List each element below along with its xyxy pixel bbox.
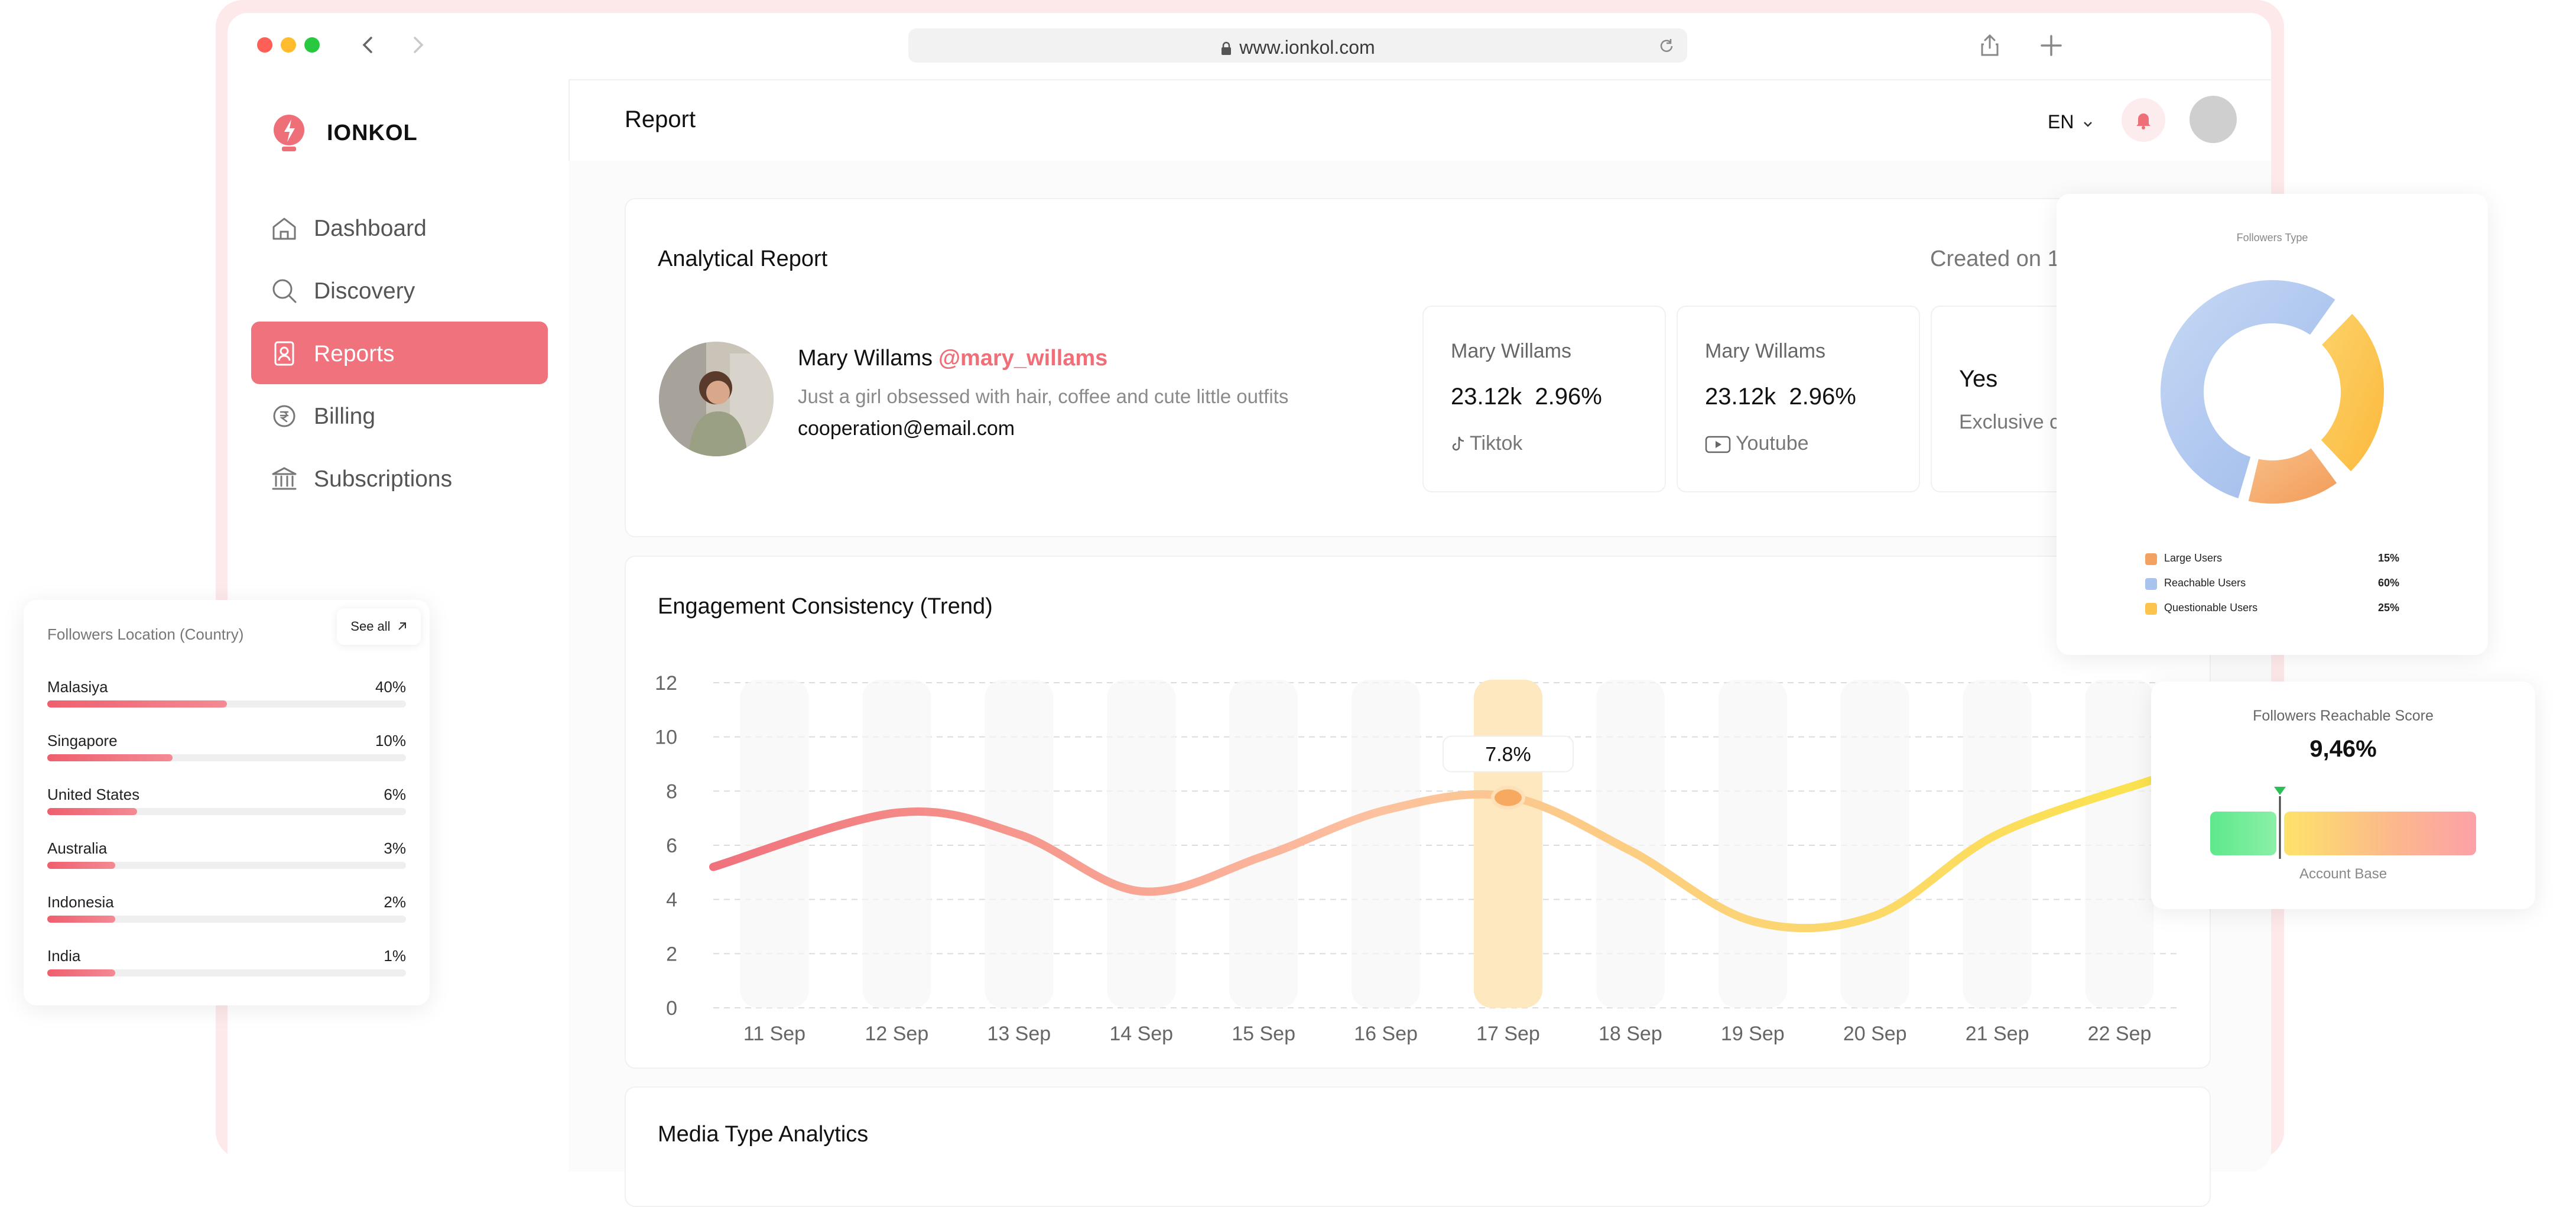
legend-item: Questionable Users 25% [2145,601,2399,618]
legend-item: Reachable Users 60% [2145,576,2399,593]
followers-location-title: Followers Location (Country) [47,625,244,643]
country-name: Malasiya [47,678,108,696]
y-tick-label: 6 [666,835,677,857]
country-bar-track [47,969,406,976]
legend-label: Reachable Users [2164,577,2246,589]
category-column[interactable] [1352,680,1421,1008]
country-percent: 40% [375,678,406,696]
legend-label: Large Users [2164,552,2223,564]
x-tick-label: 17 Sep [1476,1023,1540,1045]
category-column[interactable] [1596,680,1665,1008]
highlight-point[interactable] [1490,786,1525,810]
country-bar-fill [47,808,137,815]
country-name: United States [47,786,140,803]
highlight-column[interactable] [1473,680,1542,1008]
legend-value: 25% [2377,602,2399,614]
score-segment-good [2210,812,2276,855]
y-tick-label: 10 [655,726,677,749]
category-column[interactable] [862,680,931,1008]
x-tick-label: 22 Sep [2088,1023,2152,1045]
y-tick-label: 8 [666,780,677,803]
x-tick-label: 18 Sep [1599,1023,1662,1045]
country-name: India [47,947,81,965]
followers-location-card: Followers Location (Country) See all Mal… [24,600,430,1005]
legend-label: Questionable Users [2164,602,2258,614]
country-bar-fill [47,700,227,708]
legend-swatch [2145,603,2157,615]
x-tick-label: 13 Sep [987,1023,1051,1045]
x-tick-label: 11 Sep [743,1023,805,1045]
legend-value: 15% [2377,552,2399,564]
x-tick-label: 12 Sep [865,1023,928,1045]
see-all-label: See all [350,619,391,634]
country-bar-track [47,862,406,869]
country-bar-track [47,754,406,761]
reachable-score-footer: Account Base [2299,866,2387,882]
category-column[interactable] [1718,680,1787,1008]
legend-value: 60% [2377,577,2399,589]
country-bar-track [47,808,406,815]
x-tick-label: 14 Sep [1109,1023,1173,1045]
x-tick-label: 15 Sep [1232,1023,1295,1045]
country-percent: 6% [384,786,406,803]
y-tick-label: 12 [655,672,677,695]
country-bar-fill [47,969,116,976]
legend-swatch [2145,553,2157,565]
country-bar-fill [47,916,116,923]
see-all-button[interactable]: See all [337,608,421,645]
country-bar-track [47,700,406,708]
tooltip-value: 7.8% [1485,744,1531,766]
legend-item: Large Users 15% [2145,551,2399,569]
country-bar-fill [47,862,116,869]
score-segment-base [2284,812,2476,855]
country-bar-track [47,916,406,923]
x-tick-label: 16 Sep [1354,1023,1418,1045]
category-column[interactable] [2085,680,2154,1008]
x-tick-label: 20 Sep [1843,1023,1907,1045]
donut-slice-questionable-users[interactable] [2315,308,2389,477]
legend-swatch [2145,578,2157,590]
category-column[interactable] [1840,680,1909,1008]
country-percent: 10% [375,732,406,749]
external-link-icon [398,622,406,630]
country-name: Australia [47,839,108,857]
score-marker-icon [2274,787,2286,795]
country-name: Indonesia [47,893,114,911]
reachable-score-card: Followers Reachable Score 9,46% Account … [2151,682,2535,909]
y-tick-label: 2 [666,943,677,965]
country-name: Singapore [47,732,118,749]
y-tick-label: 4 [666,889,677,911]
category-column[interactable] [1107,680,1176,1008]
country-percent: 3% [384,839,406,857]
x-tick-label: 21 Sep [1966,1023,2029,1045]
media-type-title: Media Type Analytics [658,1122,869,1147]
country-percent: 2% [384,893,406,911]
country-bar-fill [47,754,173,761]
followers-type-card: Followers Type Large Users 15% Reachable U… [2057,194,2488,655]
y-tick-label: 0 [666,997,677,1020]
country-percent: 1% [384,947,406,965]
x-tick-label: 19 Sep [1721,1023,1785,1045]
donut-slice-large-users[interactable] [2243,443,2343,508]
